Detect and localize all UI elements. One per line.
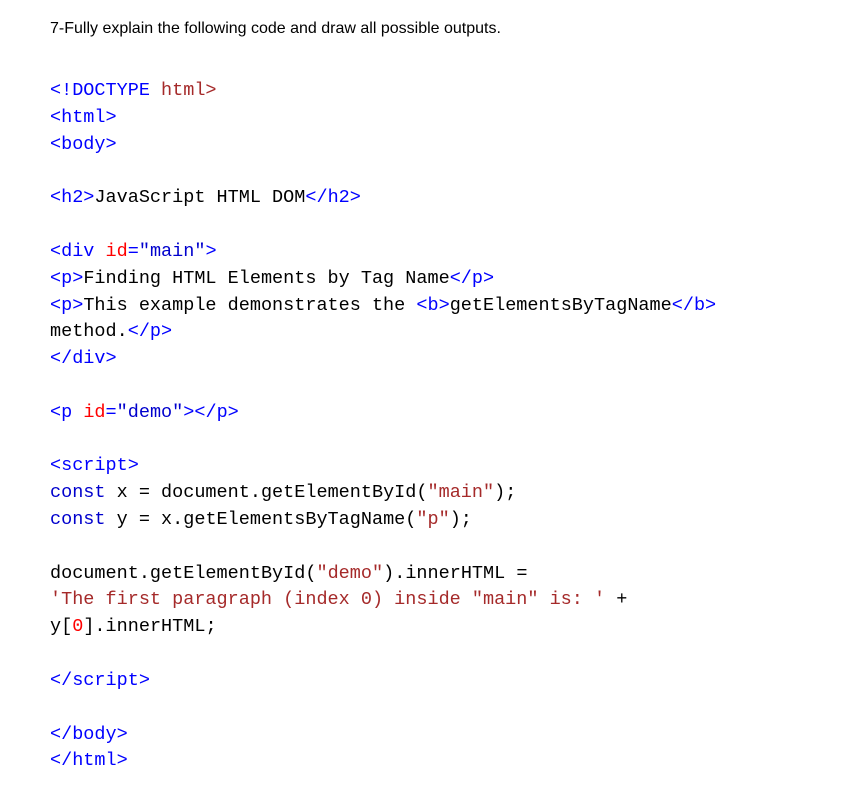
bigstr: 'The first paragraph (index 0) inside "m… (50, 589, 605, 610)
div-attrval: "main" (139, 241, 206, 262)
yeq: y = x. (106, 509, 184, 530)
pdemo-attr: id (72, 402, 105, 423)
ybr: y[ (50, 616, 72, 637)
xeq: x = document. (106, 482, 261, 503)
str2: "p" (416, 509, 449, 530)
doctype-open: <!DOCTYPE (50, 80, 150, 101)
doc: document. (50, 563, 150, 584)
str3: "demo" (316, 563, 383, 584)
b-close: </b> (672, 295, 716, 316)
h2-open: <h2> (50, 187, 94, 208)
div-eq: = (128, 241, 139, 262)
b-text: getElementsByTagName (450, 295, 672, 316)
pdemo-val: "demo" (117, 402, 184, 423)
pl3: ( (305, 563, 316, 584)
gid1: getElementById (261, 482, 416, 503)
h2-text: JavaScript HTML DOM (94, 187, 305, 208)
p2-text1: This example demonstrates the (83, 295, 416, 316)
ybr2: ]. (83, 616, 105, 637)
eq3: = (505, 563, 527, 584)
script-close: </script> (50, 670, 150, 691)
pl2: ( (405, 509, 416, 530)
p2-close: </p> (128, 321, 172, 342)
ih1: innerHTML (405, 563, 505, 584)
h2-close: </h2> (305, 187, 361, 208)
pdemo-eq: = (106, 402, 117, 423)
html-open: <html> (50, 107, 117, 128)
gid2: getElementById (150, 563, 305, 584)
semi: ; (205, 616, 216, 637)
gbtn: getElementsByTagName (183, 509, 405, 530)
p1-open: <p> (50, 268, 83, 289)
doctype-val: html> (150, 80, 217, 101)
p1-close: </p> (450, 268, 494, 289)
str1: "main" (428, 482, 495, 503)
const1: const (50, 482, 106, 503)
pr3: ). (383, 563, 405, 584)
num0: 0 (72, 616, 83, 637)
pdemo-open: <p (50, 402, 72, 423)
pl1: ( (416, 482, 427, 503)
pr2: ); (450, 509, 472, 530)
div-end: </div> (50, 348, 117, 369)
script-open: <script> (50, 455, 139, 476)
p2-text2: method. (50, 321, 128, 342)
pr1: ); (494, 482, 516, 503)
b-open: <b> (416, 295, 449, 316)
body-open: <body> (50, 134, 117, 155)
html-close: </html> (50, 750, 128, 771)
pdemo-close: ></p> (183, 402, 239, 423)
p1-text: Finding HTML Elements by Tag Name (83, 268, 449, 289)
plus: + (605, 589, 627, 610)
body-close: </body> (50, 724, 128, 745)
div-attr: id (94, 241, 127, 262)
div-open: <div (50, 241, 94, 262)
p2-open: <p> (50, 295, 83, 316)
code-block: <!DOCTYPE html> <html> <body> <h2>JavaSc… (50, 78, 815, 775)
const2: const (50, 509, 106, 530)
question-text: 7-Fully explain the following code and d… (50, 20, 815, 38)
ih2: innerHTML (106, 616, 206, 637)
div-close: > (205, 241, 216, 262)
